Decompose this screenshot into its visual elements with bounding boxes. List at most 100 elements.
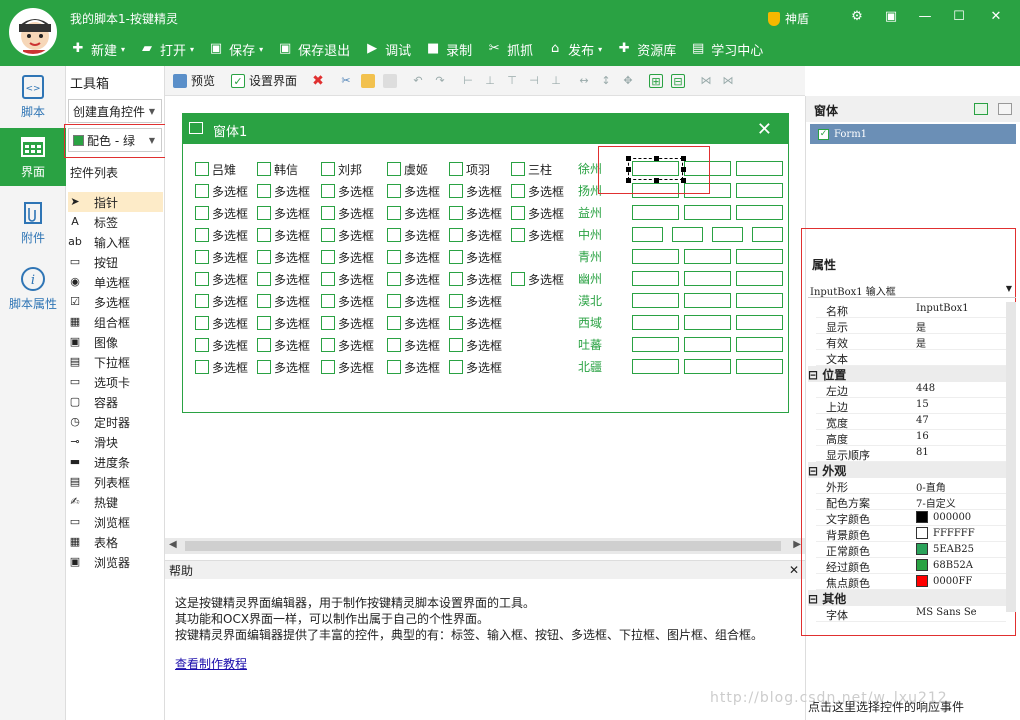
form-input-box[interactable]	[684, 337, 731, 352]
property-row[interactable]: 文字颜色 000000	[816, 510, 1006, 526]
form-input-box[interactable]	[684, 249, 731, 264]
redo-icon[interactable]: ↷	[433, 74, 447, 88]
form-checkbox[interactable]: 多选框	[387, 271, 440, 287]
property-value[interactable]: 0000FF	[916, 575, 972, 587]
form-checkbox[interactable]: 多选框	[257, 293, 310, 309]
space-v-icon[interactable]: ⋈	[721, 74, 735, 88]
form-close-icon[interactable]: ✕	[757, 119, 772, 140]
align-top-icon[interactable]: ⊤	[505, 74, 519, 88]
property-value[interactable]: 5EAB25	[916, 543, 974, 555]
property-value[interactable]: 是	[916, 319, 926, 334]
help-close-icon[interactable]: ✕	[789, 563, 799, 577]
control-item[interactable]: ▣ 浏览器	[68, 552, 163, 572]
form-input-box[interactable]	[736, 315, 783, 330]
capture-button[interactable]: ✂ 抓抓	[486, 40, 533, 59]
scroll-right-icon[interactable]: ▶	[793, 539, 801, 550]
property-row[interactable]: 背景颜色 FFFFFF	[816, 526, 1006, 542]
new-button[interactable]: ✚ 新建 ▾	[70, 40, 125, 59]
property-value[interactable]: 是	[916, 335, 926, 350]
city-label[interactable]: 幽州	[578, 270, 602, 287]
form-input-box[interactable]	[736, 359, 783, 374]
tutorial-link[interactable]: 查看制作教程	[175, 655, 247, 672]
align-center-icon[interactable]: ⊥	[483, 74, 497, 88]
nav-script-props[interactable]: i 脚本属性	[0, 260, 66, 318]
control-item[interactable]: ▤ 列表框	[68, 472, 163, 492]
property-group[interactable]: ⊟ 其他	[808, 590, 1006, 606]
form-input-box[interactable]	[684, 293, 731, 308]
space-h-icon[interactable]: ⋈	[699, 74, 713, 88]
form-list-item[interactable]: ✓ Form1	[810, 124, 1016, 144]
form-checkbox[interactable]: 多选框	[195, 359, 248, 375]
form-input-box[interactable]	[736, 183, 783, 198]
form-checkbox[interactable]: 多选框	[321, 271, 374, 287]
form-checkbox[interactable]: 多选框	[321, 359, 374, 375]
center-h-icon[interactable]: ⊞	[649, 73, 664, 88]
vip-badge[interactable]: 神盾	[768, 10, 809, 27]
control-item[interactable]: ☑ 多选框	[68, 292, 163, 312]
cut-icon[interactable]: ✂	[339, 74, 353, 88]
form-input-box[interactable]	[712, 227, 743, 242]
form-checkbox[interactable]: 多选框	[449, 205, 502, 221]
form-input-box[interactable]	[736, 161, 783, 176]
nav-attach[interactable]: 附件	[0, 194, 66, 252]
control-item[interactable]: ▤ 下拉框	[68, 352, 163, 372]
property-row[interactable]: 名称 InputBox1	[816, 302, 1006, 318]
control-item[interactable]: ◷ 定时器	[68, 412, 163, 432]
property-value[interactable]: 68B52A	[916, 559, 973, 571]
city-label[interactable]: 西域	[578, 314, 602, 331]
form-checkbox[interactable]: 多选框	[257, 315, 310, 331]
form-checkbox[interactable]: 多选框	[387, 359, 440, 375]
record-button[interactable]: ■ 录制	[425, 40, 472, 59]
city-label[interactable]: 吐蕃	[578, 336, 602, 353]
form-checkbox[interactable]: 多选框	[449, 315, 502, 331]
property-value[interactable]: 16	[916, 431, 929, 442]
remove-form-icon[interactable]	[998, 103, 1012, 115]
form-input-box[interactable]	[632, 359, 679, 374]
form-input-box[interactable]	[752, 227, 783, 242]
maximize-button[interactable]: ☐	[948, 8, 970, 26]
control-item[interactable]: ✍ 热键	[68, 492, 163, 512]
property-object-select[interactable]: InputBox1 输入框 ▼	[808, 280, 1016, 298]
property-row[interactable]: 宽度 47	[816, 414, 1006, 430]
property-row[interactable]: 高度 16	[816, 430, 1006, 446]
property-value[interactable]: FFFFFF	[916, 527, 975, 539]
form-checkbox[interactable]: 多选框	[511, 271, 564, 287]
property-row[interactable]: 焦点颜色 0000FF	[816, 574, 1006, 590]
form-input-box[interactable]	[736, 337, 783, 352]
form-checkbox[interactable]: 多选框	[387, 293, 440, 309]
property-value[interactable]: 7-自定义	[916, 495, 956, 510]
form-checkbox[interactable]: 多选框	[321, 227, 374, 243]
form-checkbox[interactable]: 多选框	[321, 315, 374, 331]
form-checkbox[interactable]: 多选框	[449, 249, 502, 265]
align-left-icon[interactable]: ⊢	[461, 74, 475, 88]
property-value[interactable]: 15	[916, 399, 929, 410]
form-checkbox[interactable]: 多选框	[321, 293, 374, 309]
form-checkbox[interactable]: 多选框	[387, 205, 440, 221]
form-checkbox[interactable]: 刘邦	[321, 161, 362, 177]
same-size-icon[interactable]: ✥	[621, 74, 635, 88]
publish-button[interactable]: ⌂ 发布 ▾	[547, 40, 602, 59]
form-checkbox[interactable]: 多选框	[257, 249, 310, 265]
city-label[interactable]: 益州	[578, 204, 602, 221]
control-item[interactable]: ◉ 单选框	[68, 272, 163, 292]
form-checkbox[interactable]: 多选框	[257, 227, 310, 243]
property-value[interactable]: 448	[916, 383, 935, 394]
property-group[interactable]: ⊟ 位置	[808, 366, 1006, 382]
design-canvas[interactable]: 窗体1 ✕ 吕雉 韩信 刘邦 虞姬 项羽 三柱 徐州 多选框 多选框 多选框 多选框 多选框 多选框 扬州…	[165, 96, 805, 538]
form-input-box[interactable]	[632, 205, 679, 220]
form-checkbox[interactable]: 多选框	[387, 249, 440, 265]
form-checkbox[interactable]: 多选框	[257, 337, 310, 353]
form-input-box[interactable]	[672, 227, 703, 242]
form-checkbox[interactable]: 多选框	[387, 315, 440, 331]
form-checkbox[interactable]: 多选框	[449, 183, 502, 199]
horizontal-scrollbar[interactable]: ◀ ▶	[165, 538, 805, 554]
control-item[interactable]: ▭ 按钮	[68, 252, 163, 272]
property-row[interactable]: 文本	[816, 350, 1006, 366]
control-item[interactable]: ab 输入框	[68, 232, 163, 252]
user-avatar[interactable]	[9, 8, 57, 56]
form-checkbox[interactable]: 多选框	[511, 227, 564, 243]
form-checkbox[interactable]: 多选框	[449, 337, 502, 353]
property-row[interactable]: 显示顺序 81	[816, 446, 1006, 462]
menu-dropdown-icon[interactable]: ▣	[880, 8, 902, 26]
form-input-box[interactable]	[684, 205, 731, 220]
